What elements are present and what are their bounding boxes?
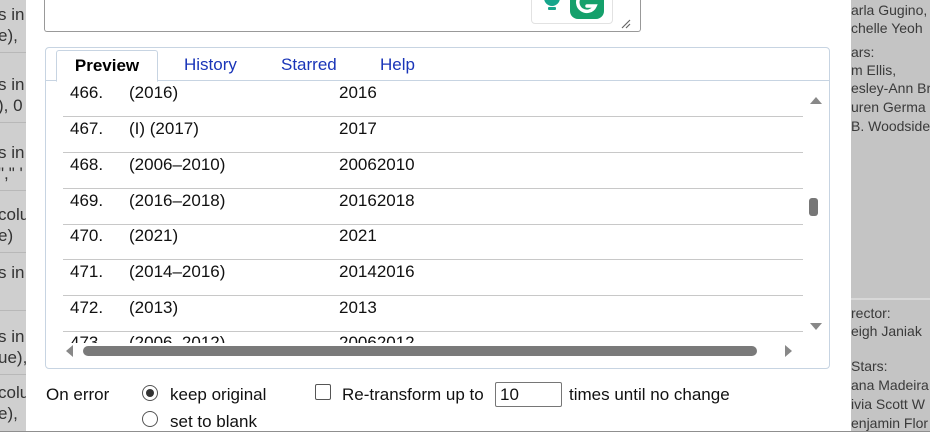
original-value[interactable]: (2013) xyxy=(129,296,178,320)
expression-textarea[interactable] xyxy=(44,0,641,32)
bg-text: e) xyxy=(0,226,14,245)
bg-text: s in xyxy=(0,327,25,346)
bg-text: e), xyxy=(0,26,18,45)
bg-divider xyxy=(851,298,930,300)
transformed-value[interactable]: 2016 xyxy=(339,81,377,105)
vertical-scrollbar-thumb[interactable] xyxy=(809,198,818,216)
set-to-blank-label[interactable]: set to blank xyxy=(170,412,257,432)
lightbulb-icon[interactable] xyxy=(540,0,564,22)
grammarly-icon[interactable] xyxy=(570,0,604,19)
keep-original-label[interactable]: keep original xyxy=(170,385,266,405)
original-value[interactable]: (2006–2012) xyxy=(129,331,225,343)
bg-text: ana Madeira xyxy=(851,377,929,393)
bg-row: s in e), xyxy=(0,0,26,53)
bg-text: rector: xyxy=(851,305,891,321)
tab-bar: Preview History Starred Help xyxy=(46,48,829,82)
row-number: 473. xyxy=(70,333,104,343)
preview-panel: Preview History Starred Help 466. (2016)… xyxy=(45,47,830,369)
bg-text: ue), xyxy=(0,348,26,367)
table-row: 469. (2016–2018) 20162018 xyxy=(63,189,803,225)
original-value[interactable]: (I) (2017) xyxy=(129,117,199,141)
table-row: 473. (2006–2012) 20062012 xyxy=(63,331,803,343)
horizontal-scrollbar-thumb[interactable] xyxy=(83,346,757,356)
bg-text: e), xyxy=(0,404,18,423)
bg-text: colu xyxy=(0,205,26,224)
table-row: 470. (2021) 2021 xyxy=(63,224,803,260)
row-number: 470. xyxy=(70,226,104,245)
retransform-checkbox[interactable] xyxy=(315,384,331,400)
bg-text: arla Gugino, xyxy=(851,2,928,18)
scroll-right-arrow-icon[interactable] xyxy=(784,344,794,363)
bg-row: s in "," ' xyxy=(0,138,26,191)
bg-row: s in xyxy=(0,258,26,311)
bg-text: "," ' xyxy=(0,164,23,183)
keep-original-radio[interactable] xyxy=(142,385,158,401)
original-value[interactable]: (2016) xyxy=(129,81,178,105)
bg-text: chelle Yeoh xyxy=(851,20,923,36)
bg-text: s in xyxy=(0,143,25,162)
original-value[interactable]: (2016–2018) xyxy=(129,189,225,213)
tab-preview[interactable]: Preview xyxy=(56,50,158,82)
table-row: 472. (2013) 2013 xyxy=(63,296,803,332)
bg-text: s in xyxy=(0,75,25,94)
tab-starred[interactable]: Starred xyxy=(281,50,337,80)
bg-row: colu e) xyxy=(0,200,26,253)
tab-help[interactable]: Help xyxy=(380,50,415,80)
bg-text: ivia Scott W xyxy=(851,396,925,412)
table-row: 466. (2016) 2016 xyxy=(63,81,803,117)
transformed-value[interactable]: 2021 xyxy=(339,224,377,248)
scroll-down-arrow-icon[interactable] xyxy=(809,319,823,337)
resize-grip-icon[interactable] xyxy=(621,16,631,34)
bg-text: B. Woodside xyxy=(851,118,930,134)
bg-row: s in ue), xyxy=(0,322,26,375)
transformed-value[interactable]: 20062010 xyxy=(339,153,415,177)
table-row: 467. (I) (2017) 2017 xyxy=(63,117,803,153)
bg-text: s in xyxy=(0,5,25,24)
row-number: 472. xyxy=(70,298,104,317)
preview-table: 466. (2016) 2016 467. (I) (2017) 2017 46… xyxy=(63,81,803,343)
transformed-value[interactable]: 20162018 xyxy=(339,189,415,213)
transformed-value[interactable]: 20142016 xyxy=(339,260,415,284)
row-number: 466. xyxy=(70,83,104,102)
bg-text: m Ellis, xyxy=(851,62,897,78)
bg-text: ars: xyxy=(851,44,875,60)
bg-text: s in xyxy=(0,263,25,282)
bg-row: colu e), xyxy=(0,378,26,430)
background-right-column: arla Gugino, chelle Yeoh ars: m Ellis, e… xyxy=(851,0,930,431)
grammarly-widget[interactable] xyxy=(531,0,613,24)
table-row: 468. (2006–2010) 20062010 xyxy=(63,153,803,189)
bg-text: colu xyxy=(0,383,26,402)
set-to-blank-radio[interactable] xyxy=(142,411,158,427)
on-error-label: On error xyxy=(46,385,110,404)
row-number: 467. xyxy=(70,119,104,138)
original-value[interactable]: (2014–2016) xyxy=(129,260,225,284)
bg-text: ), 0 xyxy=(0,96,23,115)
bg-text: enjamin Flor xyxy=(851,415,929,431)
row-number: 471. xyxy=(70,262,104,281)
background-left-column: s in e), s in ), 0 s in "," ' colu e) s in s… xyxy=(0,0,26,431)
transformed-value[interactable]: 2017 xyxy=(339,117,377,141)
transform-dialog: Preview History Starred Help 466. (2016)… xyxy=(26,0,851,431)
table-row: 471. (2014–2016) 20142016 xyxy=(63,260,803,296)
bg-text: esley-Ann Br xyxy=(851,80,930,96)
bg-text: Stars: xyxy=(851,358,888,374)
tab-history[interactable]: History xyxy=(184,50,237,80)
original-value[interactable]: (2021) xyxy=(129,224,178,248)
transformed-value[interactable]: 2013 xyxy=(339,296,377,320)
bg-text: eigh Janiak xyxy=(851,323,922,339)
original-value[interactable]: (2006–2010) xyxy=(129,153,225,177)
scroll-up-arrow-icon[interactable] xyxy=(809,92,823,110)
bg-row: s in ), 0 xyxy=(0,70,26,123)
retransform-prefix-label[interactable]: Re-transform up to xyxy=(342,385,484,405)
bg-text: uren Germa xyxy=(851,99,926,115)
scroll-left-arrow-icon[interactable] xyxy=(64,344,74,363)
retransform-suffix-label: times until no change xyxy=(569,385,730,404)
row-number: 469. xyxy=(70,191,104,210)
transformed-value[interactable]: 20062012 xyxy=(339,331,415,343)
row-number: 468. xyxy=(70,155,104,174)
retransform-count-input[interactable] xyxy=(495,382,562,407)
